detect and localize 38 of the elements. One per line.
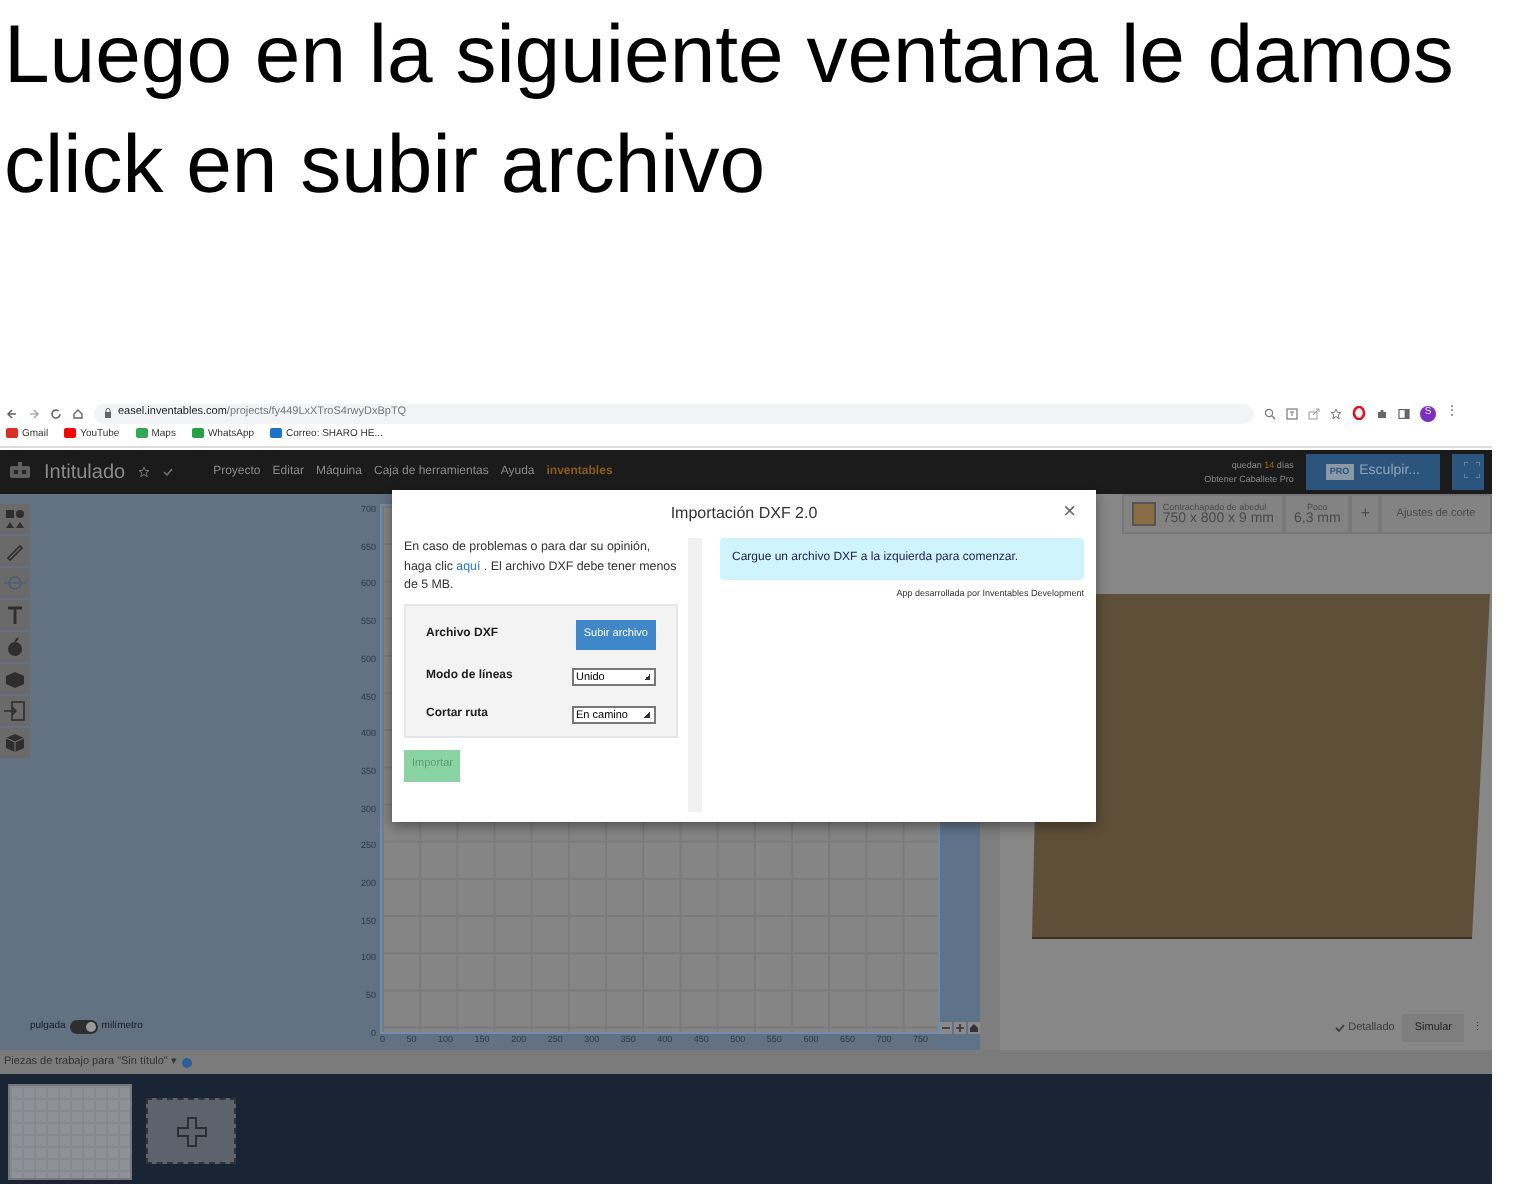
check-icon: [1334, 1021, 1347, 1034]
home-icon[interactable]: [968, 1022, 980, 1034]
lock-icon: [104, 408, 112, 418]
cube-icon[interactable]: [4, 732, 26, 754]
translate-icon[interactable]: [1286, 407, 1298, 419]
text-icon[interactable]: [4, 604, 26, 626]
search-icon[interactable]: [1264, 407, 1276, 419]
back-icon[interactable]: [6, 407, 18, 419]
sidebar-icon[interactable]: [1398, 407, 1410, 419]
heading-line: Luego en la siguiente ventana le damos: [2, 6, 1456, 104]
puzzle-icon[interactable]: [1376, 407, 1388, 419]
ring-icon[interactable]: [1352, 406, 1366, 420]
forward-icon[interactable]: [28, 407, 40, 419]
add-workpiece-button[interactable]: [146, 1098, 236, 1164]
expand-button[interactable]: [1452, 454, 1484, 490]
share-icon[interactable]: [1308, 407, 1320, 419]
apple-icon[interactable]: [4, 636, 26, 658]
star-icon[interactable]: [137, 466, 150, 478]
unit-toggle[interactable]: [69, 1019, 98, 1034]
dialog-title: Importación DXF 2.0: [670, 502, 818, 526]
expand-icon: [1464, 462, 1480, 479]
star-icon[interactable]: [1330, 407, 1342, 419]
home-icon[interactable]: [72, 407, 84, 419]
pen-icon[interactable]: [4, 540, 26, 562]
close-button[interactable]: ×: [1063, 500, 1076, 524]
box-icon[interactable]: [4, 668, 26, 690]
project-title[interactable]: Intitulado: [44, 457, 126, 487]
help-icon[interactable]: [182, 1057, 193, 1067]
robot-icon: [8, 462, 32, 482]
heading-line: click en subir archivo: [2, 116, 768, 214]
check-icon: [161, 466, 174, 478]
zoom-in-icon[interactable]: [954, 1022, 966, 1034]
zoom-out-icon[interactable]: [940, 1022, 952, 1034]
reload-icon[interactable]: [50, 407, 62, 419]
plus-icon: [175, 1115, 207, 1147]
import-icon[interactable]: [4, 700, 26, 722]
workpiece-thumbnail[interactable]: [8, 1084, 132, 1180]
shapes-icon[interactable]: [4, 508, 26, 530]
